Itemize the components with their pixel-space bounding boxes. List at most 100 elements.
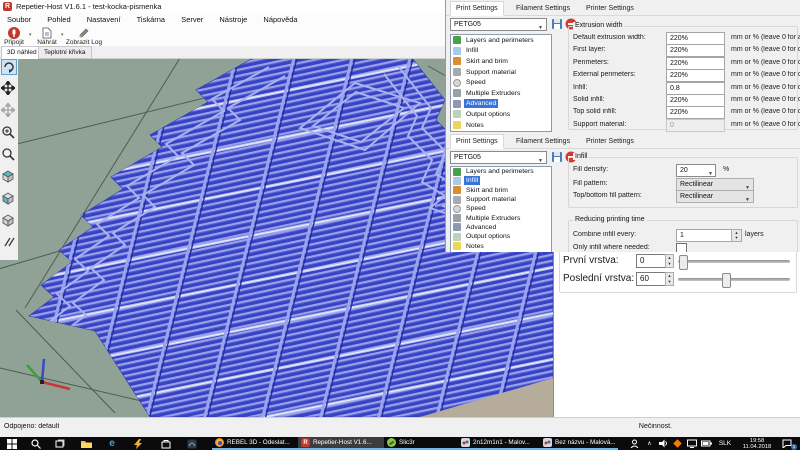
menu-nastaveni[interactable]: Nastavení <box>80 13 128 26</box>
section-skirt-brim[interactable]: Skirt and brim <box>451 56 551 67</box>
load-button[interactable]: Náhrát <box>34 27 60 46</box>
zoom-region-button[interactable] <box>1 147 17 163</box>
move-viewpoint-button[interactable] <box>1 103 17 119</box>
battery-icon[interactable] <box>699 438 714 449</box>
action-center-icon[interactable]: 1 <box>778 438 796 449</box>
section-notes[interactable]: Notes <box>451 241 551 250</box>
first-layer-spinbox[interactable]: 0 <box>636 254 667 268</box>
volume-icon[interactable] <box>656 438 670 449</box>
taskbar-button-paint-2[interactable]: Bez názvu - Malová... <box>540 437 618 450</box>
show-hidden-icons-chevron[interactable]: ∧ <box>643 438 656 449</box>
section-speed[interactable]: Speed <box>451 204 551 213</box>
language-indicator[interactable]: SLK <box>714 438 736 449</box>
menu-napoveda[interactable]: Nápověda <box>256 13 304 26</box>
first-layer-slider[interactable] <box>678 260 790 263</box>
section-output-options[interactable]: Output options <box>451 109 551 120</box>
section-notes[interactable]: Notes <box>451 120 551 131</box>
menu-soubor[interactable]: Soubor <box>0 13 38 26</box>
slider-handle[interactable] <box>722 273 731 288</box>
taskbar-button-slic3r[interactable]: Slic3r <box>384 437 460 450</box>
support-icon <box>453 68 461 76</box>
top-solid-infill-field[interactable]: 220% <box>666 106 725 119</box>
combine-infill-field[interactable]: 1 <box>676 229 733 242</box>
tab-print-settings[interactable]: Print Settings <box>450 1 504 16</box>
last-layer-slider[interactable] <box>678 278 790 281</box>
clock[interactable]: 19:58 11.04.2018 <box>738 438 776 449</box>
show-log-button[interactable]: Zobrazit Log <box>64 27 104 46</box>
fill-density-combo[interactable]: 20 ▼ <box>676 164 716 177</box>
tab-printer-settings[interactable]: Printer Settings <box>580 134 640 149</box>
connect-dropdown-arrow[interactable]: ▾ <box>29 32 32 38</box>
section-layers-perimeters[interactable]: Layers and perimeters <box>451 35 551 46</box>
save-preset-icon[interactable] <box>551 18 563 30</box>
builder-app-icon[interactable] <box>182 438 202 449</box>
spinner-arrows[interactable]: ▲▼ <box>665 254 674 268</box>
search-icon[interactable] <box>26 438 46 449</box>
people-tray-icon[interactable] <box>626 438 642 449</box>
first-layer-field[interactable]: 220% <box>666 44 725 57</box>
tab-3d-view[interactable]: 3D náhled <box>1 46 43 59</box>
section-support-material[interactable]: Support material <box>451 195 551 204</box>
menu-server[interactable]: Server <box>174 13 210 26</box>
taskbar-button-firefox[interactable]: REBEL 3D - Odeslat... <box>212 437 298 450</box>
front-view-button[interactable] <box>1 191 17 207</box>
media-app-icon[interactable] <box>128 438 148 449</box>
only-infill-checkbox[interactable] <box>676 243 687 252</box>
section-advanced[interactable]: Advanced <box>451 223 551 232</box>
section-multiple-extruders[interactable]: Multiple Extruders <box>451 213 551 222</box>
section-speed[interactable]: Speed <box>451 77 551 88</box>
tab-filament-settings[interactable]: Filament Settings <box>510 134 576 149</box>
menu-tiskarna[interactable]: Tiskárna <box>130 13 172 26</box>
section-infill[interactable]: Infill <box>451 46 551 57</box>
parallel-projection-button[interactable] <box>1 235 17 251</box>
tab-temperature-curve[interactable]: Teplotní křivka <box>38 46 92 59</box>
taskbar-button-paint-1[interactable]: 2n12m1n1 - Malov... <box>458 437 542 450</box>
external-perimeters-field[interactable]: 220% <box>666 69 725 82</box>
section-layers-perimeters[interactable]: Layers and perimeters <box>451 167 551 176</box>
menu-pohled[interactable]: Pohled <box>40 13 77 26</box>
wrench-icon <box>453 100 461 108</box>
file-explorer-icon[interactable] <box>76 438 96 449</box>
main-toolbar: Připojit ▾ Náhrát ▾ Zobrazit Log <box>0 26 447 46</box>
zoom-in-button[interactable] <box>1 125 17 141</box>
isometric-view-button[interactable] <box>1 169 17 185</box>
display-tray-icon[interactable] <box>684 438 699 449</box>
rotate-view-button[interactable] <box>1 59 17 75</box>
preset-combo[interactable]: PETG05 ▼ <box>450 151 547 164</box>
field-label: Top/bottom fill pattern: <box>573 192 673 199</box>
paint-icon <box>543 438 552 447</box>
last-layer-spinbox[interactable]: 60 <box>636 272 667 286</box>
default-extrusion-width-field[interactable]: 220% <box>666 32 725 45</box>
tab-filament-settings[interactable]: Filament Settings <box>510 1 576 16</box>
section-output-options[interactable]: Output options <box>451 232 551 241</box>
tab-printer-settings[interactable]: Printer Settings <box>580 1 640 16</box>
spinner-arrows[interactable]: ▲▼ <box>731 229 742 242</box>
perimeters-field[interactable]: 220% <box>666 57 725 70</box>
taskbar-button-repetier[interactable]: R Repetier-Host V1.6... <box>298 437 384 450</box>
preset-combo[interactable]: PETG05 ▼ <box>450 18 547 31</box>
store-icon[interactable] <box>156 438 176 449</box>
antivirus-tray-icon[interactable] <box>670 438 684 449</box>
slider-handle[interactable] <box>679 255 688 270</box>
task-view-button[interactable] <box>50 438 70 449</box>
section-advanced[interactable]: Advanced <box>451 99 551 110</box>
section-skirt-brim[interactable]: Skirt and brim <box>451 186 551 195</box>
tab-print-settings[interactable]: Print Settings <box>450 134 504 149</box>
section-infill[interactable]: Infill <box>451 176 551 185</box>
section-multiple-extruders[interactable]: Multiple Extruders <box>451 88 551 99</box>
infill-width-field[interactable]: 0.8 <box>666 82 725 95</box>
chevron-down-icon: ▼ <box>745 195 750 206</box>
tray-date: 11.04.2018 <box>743 444 772 450</box>
spinner-arrows[interactable]: ▲▼ <box>665 272 674 286</box>
move-object-button[interactable] <box>1 81 17 97</box>
solid-infill-field[interactable]: 220% <box>666 94 725 107</box>
save-preset-icon[interactable] <box>551 151 563 163</box>
menu-nastroje[interactable]: Nástroje <box>212 13 254 26</box>
top-bottom-fill-pattern-dropdown[interactable]: Rectilinear ▼ <box>676 190 754 203</box>
section-support-material[interactable]: Support material <box>451 67 551 78</box>
top-view-button[interactable] <box>1 213 17 229</box>
edge-browser-icon[interactable]: e <box>102 438 122 449</box>
connect-button[interactable]: Připojit <box>0 27 28 46</box>
start-button[interactable] <box>2 438 22 449</box>
title-bar[interactable]: R Repetier-Host V1.6.1 - test-kocka-pism… <box>0 0 447 13</box>
